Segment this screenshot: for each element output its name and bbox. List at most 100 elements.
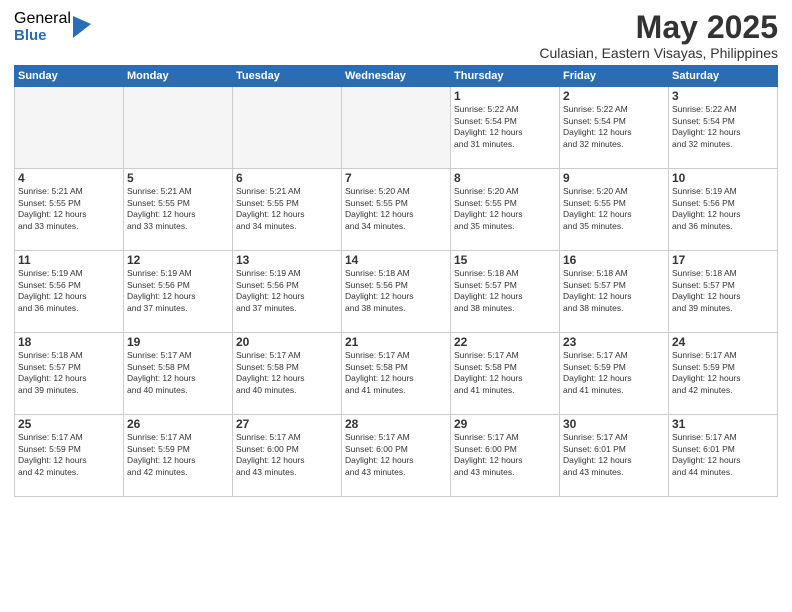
logo: General Blue	[14, 10, 91, 44]
location-text: Culasian, Eastern Visayas, Philippines	[539, 45, 778, 61]
calendar-cell: 13Sunrise: 5:19 AM Sunset: 5:56 PM Dayli…	[233, 251, 342, 333]
day-number: 27	[236, 417, 338, 431]
calendar-cell: 5Sunrise: 5:21 AM Sunset: 5:55 PM Daylig…	[124, 169, 233, 251]
calendar-cell: 24Sunrise: 5:17 AM Sunset: 5:59 PM Dayli…	[669, 333, 778, 415]
calendar-cell: 4Sunrise: 5:21 AM Sunset: 5:55 PM Daylig…	[15, 169, 124, 251]
day-number: 7	[345, 171, 447, 185]
cell-info: Sunrise: 5:21 AM Sunset: 5:55 PM Dayligh…	[127, 186, 229, 232]
day-number: 23	[563, 335, 665, 349]
day-number: 3	[672, 89, 774, 103]
calendar-cell: 18Sunrise: 5:18 AM Sunset: 5:57 PM Dayli…	[15, 333, 124, 415]
cell-info: Sunrise: 5:18 AM Sunset: 5:57 PM Dayligh…	[454, 268, 556, 314]
calendar-cell: 9Sunrise: 5:20 AM Sunset: 5:55 PM Daylig…	[560, 169, 669, 251]
calendar-cell: 31Sunrise: 5:17 AM Sunset: 6:01 PM Dayli…	[669, 415, 778, 497]
logo-general: General	[14, 10, 71, 28]
calendar-cell: 28Sunrise: 5:17 AM Sunset: 6:00 PM Dayli…	[342, 415, 451, 497]
cell-info: Sunrise: 5:17 AM Sunset: 5:58 PM Dayligh…	[236, 350, 338, 396]
day-number: 6	[236, 171, 338, 185]
logo-blue: Blue	[14, 28, 71, 45]
cell-info: Sunrise: 5:17 AM Sunset: 5:59 PM Dayligh…	[672, 350, 774, 396]
cell-info: Sunrise: 5:18 AM Sunset: 5:57 PM Dayligh…	[672, 268, 774, 314]
day-number: 15	[454, 253, 556, 267]
day-number: 31	[672, 417, 774, 431]
day-number: 28	[345, 417, 447, 431]
calendar-cell: 22Sunrise: 5:17 AM Sunset: 5:58 PM Dayli…	[451, 333, 560, 415]
calendar-cell: 14Sunrise: 5:18 AM Sunset: 5:56 PM Dayli…	[342, 251, 451, 333]
cell-info: Sunrise: 5:17 AM Sunset: 6:00 PM Dayligh…	[345, 432, 447, 478]
title-section: May 2025 Culasian, Eastern Visayas, Phil…	[539, 10, 778, 61]
calendar-cell: 3Sunrise: 5:22 AM Sunset: 5:54 PM Daylig…	[669, 87, 778, 169]
calendar-cell: 7Sunrise: 5:20 AM Sunset: 5:55 PM Daylig…	[342, 169, 451, 251]
calendar-cell: 6Sunrise: 5:21 AM Sunset: 5:55 PM Daylig…	[233, 169, 342, 251]
weekday-header-saturday: Saturday	[669, 66, 778, 87]
calendar-week-row: 1Sunrise: 5:22 AM Sunset: 5:54 PM Daylig…	[15, 87, 778, 169]
day-number: 10	[672, 171, 774, 185]
calendar-week-row: 18Sunrise: 5:18 AM Sunset: 5:57 PM Dayli…	[15, 333, 778, 415]
day-number: 9	[563, 171, 665, 185]
cell-info: Sunrise: 5:19 AM Sunset: 5:56 PM Dayligh…	[236, 268, 338, 314]
cell-info: Sunrise: 5:21 AM Sunset: 5:55 PM Dayligh…	[18, 186, 120, 232]
day-number: 8	[454, 171, 556, 185]
calendar-week-row: 11Sunrise: 5:19 AM Sunset: 5:56 PM Dayli…	[15, 251, 778, 333]
day-number: 30	[563, 417, 665, 431]
cell-info: Sunrise: 5:17 AM Sunset: 5:58 PM Dayligh…	[345, 350, 447, 396]
cell-info: Sunrise: 5:19 AM Sunset: 5:56 PM Dayligh…	[18, 268, 120, 314]
logo-icon	[73, 16, 91, 38]
cell-info: Sunrise: 5:18 AM Sunset: 5:57 PM Dayligh…	[18, 350, 120, 396]
day-number: 21	[345, 335, 447, 349]
logo-text: General Blue	[14, 10, 71, 44]
cell-info: Sunrise: 5:22 AM Sunset: 5:54 PM Dayligh…	[454, 104, 556, 150]
day-number: 11	[18, 253, 120, 267]
day-number: 19	[127, 335, 229, 349]
cell-info: Sunrise: 5:18 AM Sunset: 5:56 PM Dayligh…	[345, 268, 447, 314]
day-number: 16	[563, 253, 665, 267]
day-number: 5	[127, 171, 229, 185]
cell-info: Sunrise: 5:18 AM Sunset: 5:57 PM Dayligh…	[563, 268, 665, 314]
day-number: 13	[236, 253, 338, 267]
day-number: 14	[345, 253, 447, 267]
day-number: 18	[18, 335, 120, 349]
month-year-title: May 2025	[539, 10, 778, 45]
cell-info: Sunrise: 5:17 AM Sunset: 5:58 PM Dayligh…	[127, 350, 229, 396]
calendar-cell: 29Sunrise: 5:17 AM Sunset: 6:00 PM Dayli…	[451, 415, 560, 497]
cell-info: Sunrise: 5:17 AM Sunset: 5:58 PM Dayligh…	[454, 350, 556, 396]
calendar-cell: 15Sunrise: 5:18 AM Sunset: 5:57 PM Dayli…	[451, 251, 560, 333]
day-number: 12	[127, 253, 229, 267]
calendar-cell: 8Sunrise: 5:20 AM Sunset: 5:55 PM Daylig…	[451, 169, 560, 251]
calendar-week-row: 25Sunrise: 5:17 AM Sunset: 5:59 PM Dayli…	[15, 415, 778, 497]
day-number: 2	[563, 89, 665, 103]
calendar-cell: 17Sunrise: 5:18 AM Sunset: 5:57 PM Dayli…	[669, 251, 778, 333]
cell-info: Sunrise: 5:19 AM Sunset: 5:56 PM Dayligh…	[127, 268, 229, 314]
cell-info: Sunrise: 5:20 AM Sunset: 5:55 PM Dayligh…	[563, 186, 665, 232]
cell-info: Sunrise: 5:17 AM Sunset: 6:00 PM Dayligh…	[236, 432, 338, 478]
cell-info: Sunrise: 5:21 AM Sunset: 5:55 PM Dayligh…	[236, 186, 338, 232]
day-number: 25	[18, 417, 120, 431]
day-number: 4	[18, 171, 120, 185]
calendar-cell: 21Sunrise: 5:17 AM Sunset: 5:58 PM Dayli…	[342, 333, 451, 415]
calendar-cell: 10Sunrise: 5:19 AM Sunset: 5:56 PM Dayli…	[669, 169, 778, 251]
cell-info: Sunrise: 5:19 AM Sunset: 5:56 PM Dayligh…	[672, 186, 774, 232]
cell-info: Sunrise: 5:17 AM Sunset: 6:01 PM Dayligh…	[672, 432, 774, 478]
calendar-cell	[233, 87, 342, 169]
weekday-header-sunday: Sunday	[15, 66, 124, 87]
calendar-cell	[342, 87, 451, 169]
cell-info: Sunrise: 5:22 AM Sunset: 5:54 PM Dayligh…	[563, 104, 665, 150]
cell-info: Sunrise: 5:17 AM Sunset: 6:01 PM Dayligh…	[563, 432, 665, 478]
calendar-cell: 12Sunrise: 5:19 AM Sunset: 5:56 PM Dayli…	[124, 251, 233, 333]
calendar-week-row: 4Sunrise: 5:21 AM Sunset: 5:55 PM Daylig…	[15, 169, 778, 251]
day-number: 17	[672, 253, 774, 267]
calendar-cell: 30Sunrise: 5:17 AM Sunset: 6:01 PM Dayli…	[560, 415, 669, 497]
day-number: 26	[127, 417, 229, 431]
calendar-cell: 26Sunrise: 5:17 AM Sunset: 5:59 PM Dayli…	[124, 415, 233, 497]
cell-info: Sunrise: 5:20 AM Sunset: 5:55 PM Dayligh…	[454, 186, 556, 232]
calendar-cell: 25Sunrise: 5:17 AM Sunset: 5:59 PM Dayli…	[15, 415, 124, 497]
weekday-header-tuesday: Tuesday	[233, 66, 342, 87]
page-container: General Blue May 2025 Culasian, Eastern …	[0, 0, 792, 507]
day-number: 24	[672, 335, 774, 349]
cell-info: Sunrise: 5:17 AM Sunset: 6:00 PM Dayligh…	[454, 432, 556, 478]
calendar-cell: 19Sunrise: 5:17 AM Sunset: 5:58 PM Dayli…	[124, 333, 233, 415]
header: General Blue May 2025 Culasian, Eastern …	[14, 10, 778, 61]
calendar-cell	[124, 87, 233, 169]
calendar-cell: 20Sunrise: 5:17 AM Sunset: 5:58 PM Dayli…	[233, 333, 342, 415]
calendar-cell: 1Sunrise: 5:22 AM Sunset: 5:54 PM Daylig…	[451, 87, 560, 169]
